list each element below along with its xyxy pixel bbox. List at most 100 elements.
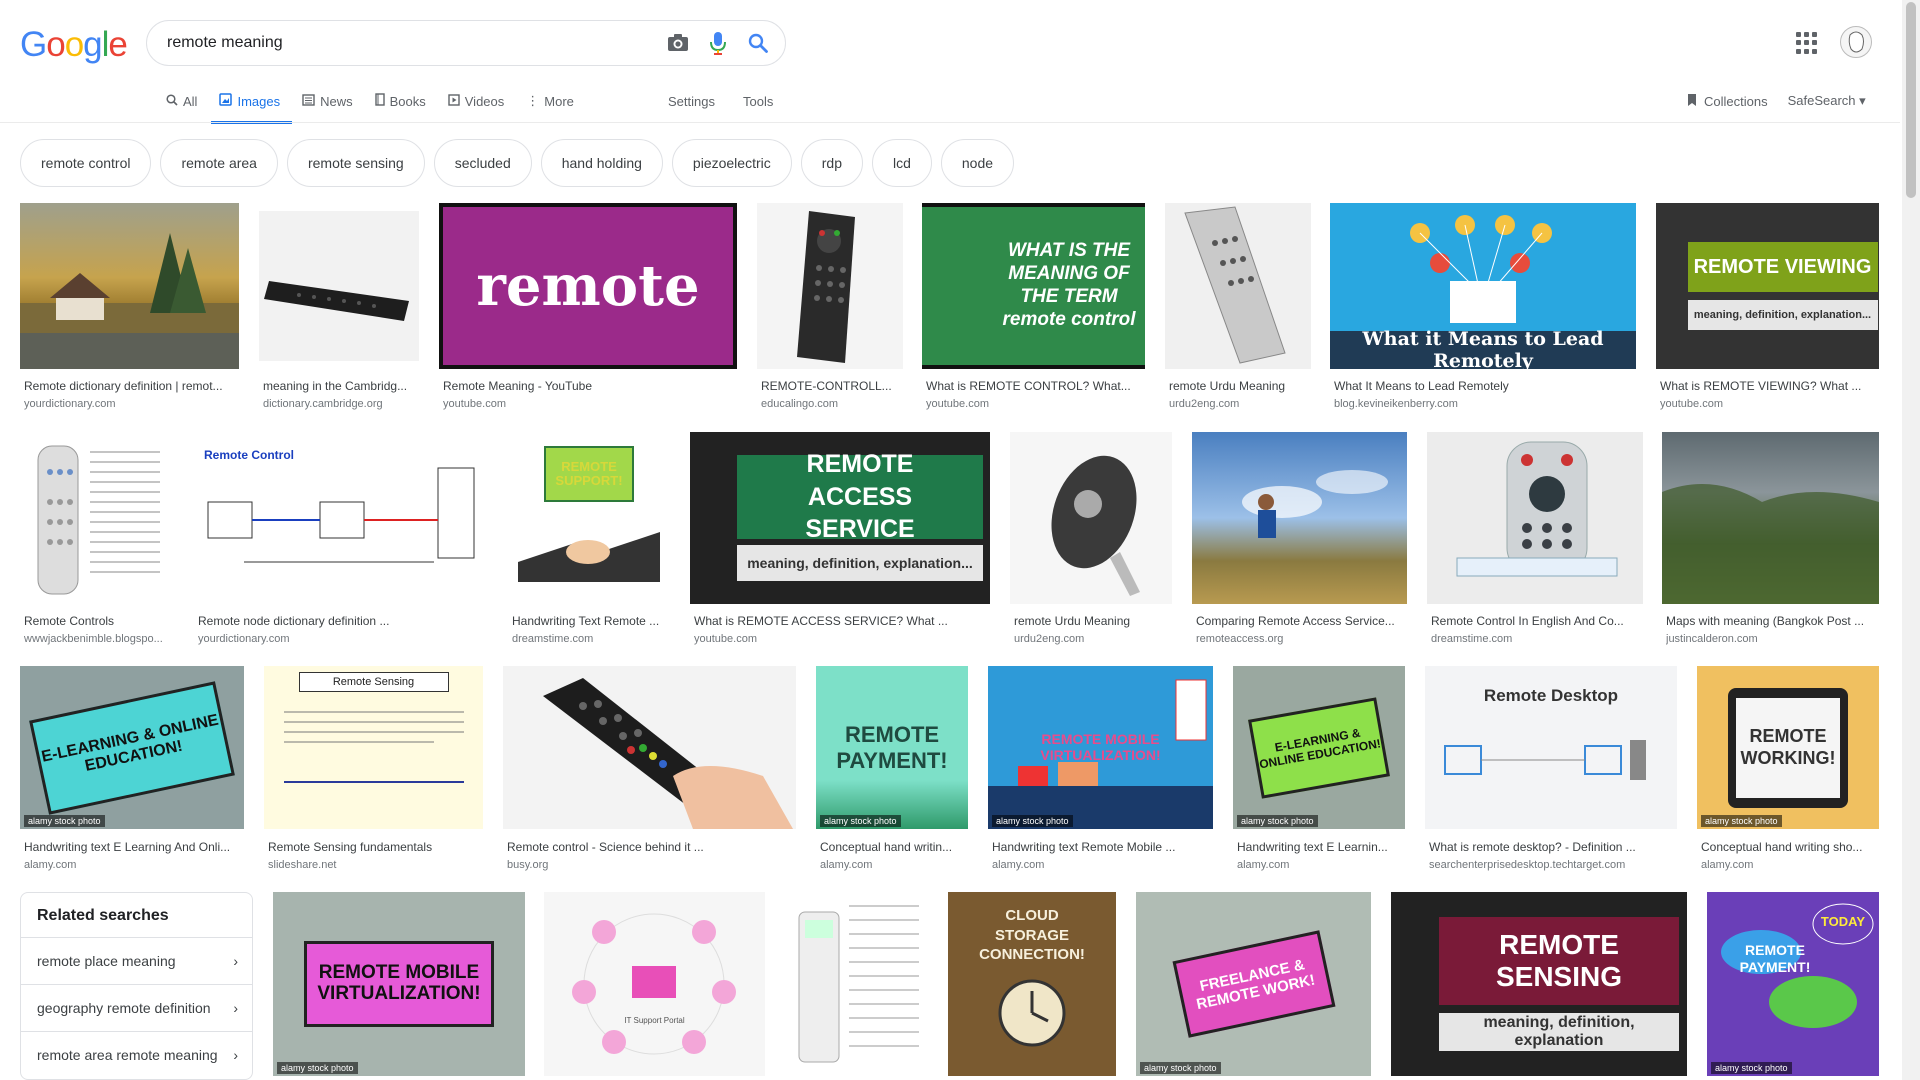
chip[interactable]: lcd xyxy=(871,139,932,187)
image-result[interactable]: remote Urdu Meaning urdu2eng.com xyxy=(1010,432,1172,645)
image-result[interactable]: E-LEARNING & ONLINE EDUCATION! alamy sto… xyxy=(1233,666,1405,876)
settings-link[interactable]: Settings xyxy=(668,94,715,109)
result-title: Remote dictionary definition | remot... xyxy=(24,379,223,393)
image-result[interactable]: REMOTE PAYMENT! TODAY alamy stock photo xyxy=(1707,892,1879,1076)
result-thumbnail xyxy=(1662,432,1879,604)
image-result[interactable]: Maps with meaning (Bangkok Post ... just… xyxy=(1662,432,1879,645)
collections-button[interactable]: Collections xyxy=(1686,93,1768,110)
chip[interactable]: hand holding xyxy=(540,139,663,187)
tab-videos[interactable]: Videos xyxy=(448,82,505,120)
result-thumbnail: REMOTE SENSING meaning, definition, expl… xyxy=(1391,892,1687,1076)
image-icon xyxy=(219,93,233,109)
image-result[interactable]: REMOTE VIEWING meaning, definition, expl… xyxy=(1656,203,1879,413)
search-input[interactable]: remote meaning xyxy=(167,34,651,52)
result-source: youtube.com xyxy=(443,398,506,410)
tools-link[interactable]: Tools xyxy=(743,94,773,109)
stock-watermark: alamy stock photo xyxy=(277,1062,358,1074)
tab-news[interactable]: News xyxy=(302,82,353,120)
result-source: alamy.com xyxy=(1701,859,1754,871)
chip[interactable]: secluded xyxy=(433,139,532,187)
camera-icon[interactable] xyxy=(665,30,691,56)
result-thumbnail xyxy=(503,666,796,829)
chevron-right-icon: › xyxy=(233,953,238,969)
image-result[interactable]: Remote dictionary definition | remot... … xyxy=(20,203,239,413)
related-search-item[interactable]: geography remote definition › xyxy=(21,984,252,1031)
image-result[interactable]: Remote control - Science behind it ... b… xyxy=(503,666,796,876)
image-result[interactable]: IT Support Portal xyxy=(544,892,765,1076)
image-result[interactable]: CLOUD STORAGE CONNECTION! xyxy=(948,892,1116,1076)
image-result[interactable]: Comparing Remote Access Service... remot… xyxy=(1192,432,1407,645)
image-result[interactable]: WHAT IS THE MEANING OF THE TERM remote c… xyxy=(922,203,1145,413)
logo-letter: g xyxy=(83,25,102,64)
image-result[interactable]: REMOTE SENSING meaning, definition, expl… xyxy=(1391,892,1687,1076)
search-icon xyxy=(166,93,178,109)
image-result[interactable]: REMOTE MOBILE VIRTUALIZATION! alamy stoc… xyxy=(988,666,1213,876)
tab-label: Videos xyxy=(464,93,505,109)
result-title: Conceptual hand writing sho... xyxy=(1701,840,1863,854)
result-source: searchenterprisedesktop.techtarget.com xyxy=(1429,859,1626,871)
related-search-item[interactable]: remote area remote meaning › xyxy=(21,1031,252,1078)
chip[interactable]: remote control xyxy=(20,139,152,187)
chip[interactable]: piezoelectric xyxy=(671,139,792,187)
result-title: What is REMOTE CONTROL? What... xyxy=(926,379,1131,393)
result-thumbnail: IT Support Portal xyxy=(544,892,765,1076)
right-tools: Collections SafeSearch ▾ xyxy=(1686,82,1866,120)
image-result[interactable]: REMOTE PAYMENT! alamy stock photo Concep… xyxy=(816,666,968,876)
image-result[interactable]: remote Urdu Meaning urdu2eng.com xyxy=(1165,203,1311,413)
thumbnail-overlay-text: E-LEARNING & ONLINE EDUCATION! xyxy=(39,710,220,775)
chip[interactable]: node xyxy=(940,139,1015,187)
related-search-label: geography remote definition xyxy=(37,1000,211,1016)
image-result[interactable]: FREELANCE & REMOTE WORK! alamy stock pho… xyxy=(1136,892,1371,1076)
result-source: remoteaccess.org xyxy=(1196,633,1284,645)
result-thumbnail: REMOTE VIEWING meaning, definition, expl… xyxy=(1656,203,1879,369)
chip[interactable]: rdp xyxy=(800,139,863,187)
image-result[interactable] xyxy=(785,892,928,1076)
result-title: Conceptual hand writin... xyxy=(820,840,953,854)
image-result[interactable]: Remote Controls wwwjackbenimble.blogspo.… xyxy=(20,432,175,645)
tab-all[interactable]: All xyxy=(166,82,197,120)
image-result[interactable]: E-LEARNING & ONLINE EDUCATION! alamy sto… xyxy=(20,666,244,876)
result-thumbnail: Remote Desktop xyxy=(1425,666,1677,829)
related-search-item[interactable]: remote place meaning › xyxy=(21,937,252,984)
tab-books[interactable]: Books xyxy=(374,82,426,120)
image-result[interactable]: remote Remote Meaning - YouTube youtube.… xyxy=(439,203,737,413)
google-logo[interactable]: Google xyxy=(20,25,128,65)
result-source: busy.org xyxy=(507,859,549,871)
chip[interactable]: remote sensing xyxy=(286,139,425,187)
image-result[interactable]: Remote Control In English And Co... drea… xyxy=(1427,432,1643,645)
image-result[interactable]: REMOTE SUPPORT! Handwriting Text Remote … xyxy=(508,432,670,645)
image-result[interactable]: meaning in the Cambridg... dictionary.ca… xyxy=(259,203,419,413)
thumbnail-title-box: Remote Sensing xyxy=(298,672,449,692)
tab-label: All xyxy=(183,93,198,109)
thumbnail-green-band: REMOTE VIEWING xyxy=(1687,242,1878,292)
image-result[interactable]: REMOTE MOBILE VIRTUALIZATION! alamy stoc… xyxy=(273,892,525,1076)
stock-watermark: alamy stock photo xyxy=(820,815,901,827)
page-scrollbar[interactable] xyxy=(1902,0,1920,1080)
result-source: yourdictionary.com xyxy=(198,633,290,645)
result-thumbnail: remote xyxy=(439,203,737,369)
microphone-icon[interactable] xyxy=(705,30,731,56)
tab-images[interactable]: Images xyxy=(211,82,292,124)
apps-grid-icon[interactable] xyxy=(1796,32,1818,54)
image-result[interactable]: REMOTE-CONTROLL... educalingo.com xyxy=(757,203,903,413)
thumbnail-overlay-text: REMOTE ACCESS SERVICE xyxy=(805,450,915,544)
image-result[interactable]: What it Means to Lead Remotely What It M… xyxy=(1330,203,1636,413)
image-result[interactable]: REMOTE WORKING! alamy stock photo Concep… xyxy=(1697,666,1879,876)
search-icon[interactable] xyxy=(745,30,771,56)
stock-watermark: alamy stock photo xyxy=(1237,815,1318,827)
safesearch-dropdown[interactable]: SafeSearch ▾ xyxy=(1788,93,1866,109)
result-source: dreamstime.com xyxy=(1431,633,1513,645)
image-result[interactable]: Remote Desktop What is remote desktop? -… xyxy=(1425,666,1677,876)
related-heading: Related searches xyxy=(37,907,169,924)
result-title: Handwriting text Remote Mobile ... xyxy=(992,840,1176,854)
image-result[interactable]: Remote Sensing Remote Sensing fundamenta… xyxy=(264,666,483,876)
avatar[interactable] xyxy=(1840,26,1872,58)
tab-more[interactable]: ⋮ More xyxy=(526,82,574,120)
search-box[interactable]: remote meaning xyxy=(146,20,786,66)
chip[interactable]: remote area xyxy=(160,139,278,187)
thumbnail-overlay-text: E-LEARNING & ONLINE EDUCATION! xyxy=(1258,725,1382,771)
image-result[interactable]: Remote Control Remote node dictionary de… xyxy=(194,432,488,645)
result-thumbnail: REMOTE PAYMENT! alamy stock photo xyxy=(816,666,968,829)
scrollbar-thumb[interactable] xyxy=(1906,2,1916,198)
image-result[interactable]: REMOTE ACCESS SERVICE meaning, definitio… xyxy=(690,432,990,645)
